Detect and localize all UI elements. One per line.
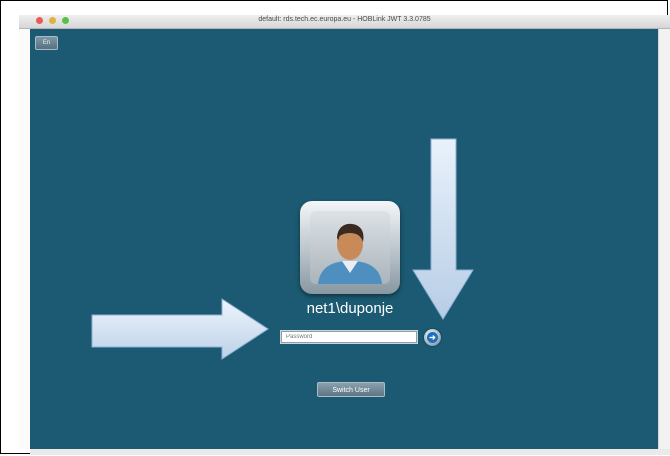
arrow-down-annotation xyxy=(412,138,474,320)
arrow-right-annotation xyxy=(91,298,269,360)
password-field[interactable] xyxy=(281,331,417,343)
arrow-right-icon: ➜ xyxy=(427,332,438,343)
user-avatar-icon xyxy=(310,211,390,284)
user-avatar-frame xyxy=(300,201,400,294)
switch-user-button[interactable]: Switch User xyxy=(317,382,385,397)
username-label: net1\duponje xyxy=(306,300,394,317)
submit-login-button[interactable]: ➜ xyxy=(424,329,441,346)
